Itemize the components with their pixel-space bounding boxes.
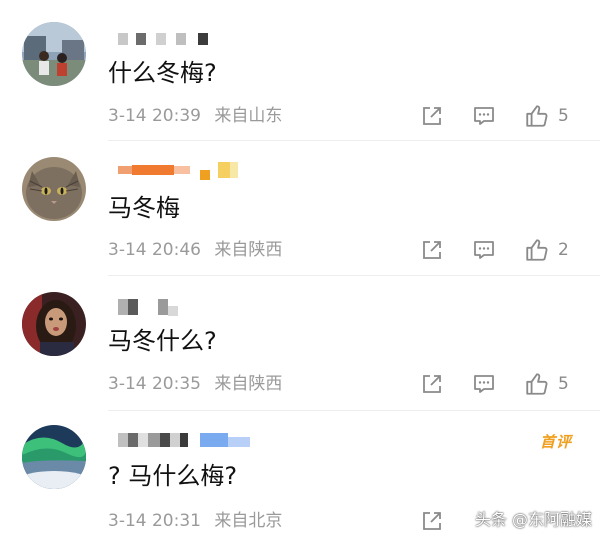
like-button[interactable]: 2 [524, 235, 569, 265]
avatar[interactable] [22, 157, 86, 221]
comment-item: 马冬梅 3-14 20:46 来自陕西 2 [0, 135, 600, 276]
watermark: 头条 @东阿融媒 [474, 510, 592, 529]
comment-date: 3-14 20:35 [108, 374, 201, 394]
avatar[interactable] [22, 22, 86, 86]
reply-button[interactable] [472, 369, 496, 399]
first-comment-badge: 首评 [539, 433, 572, 451]
share-button[interactable] [420, 369, 444, 399]
comment-meta: 3-14 20:39 来自山东 [108, 105, 282, 127]
comment-date: 3-14 20:39 [108, 106, 201, 126]
comment-text: 马冬什么? [108, 327, 217, 355]
comment-meta: 3-14 20:31 来自北京 [108, 510, 282, 532]
like-button[interactable]: 5 [524, 101, 569, 131]
username-redacted[interactable] [118, 30, 208, 48]
comment-date: 3-14 20:31 [108, 511, 201, 531]
like-button[interactable]: 5 [524, 369, 569, 399]
share-button[interactable] [420, 506, 444, 536]
share-icon [423, 375, 441, 393]
comment-actions: 5 [420, 101, 600, 131]
share-icon [423, 241, 441, 259]
username-redacted[interactable] [118, 431, 250, 449]
comment-text: 马冬梅 [108, 194, 180, 222]
thumbs-up-icon [526, 105, 548, 127]
comment-location: 来自陕西 [214, 240, 283, 260]
like-count: 5 [558, 106, 569, 126]
avatar[interactable] [22, 292, 86, 356]
comment-meta: 3-14 20:35 来自陕西 [108, 373, 282, 395]
comment-date: 3-14 20:46 [108, 240, 201, 260]
thumbs-up-icon [526, 239, 548, 261]
comment-actions: 2 [420, 235, 600, 265]
comment-item: 什么冬梅? 3-14 20:39 来自山东 5 [0, 0, 600, 141]
avatar[interactable] [22, 425, 86, 489]
comment-location: 来自北京 [214, 511, 283, 531]
comment-location: 来自陕西 [214, 374, 283, 394]
comment-item: 马冬什么? 3-14 20:35 来自陕西 5 [0, 270, 600, 411]
comment-icon [474, 375, 494, 393]
comment-text: ? 马什么梅? [108, 462, 238, 490]
comment-location: 来自山东 [214, 106, 283, 126]
like-count: 5 [558, 374, 569, 394]
thumbs-up-icon [526, 373, 548, 395]
share-button[interactable] [420, 101, 444, 131]
share-icon [423, 512, 441, 530]
reply-button[interactable] [472, 235, 496, 265]
username-redacted[interactable] [118, 298, 178, 316]
comment-text: 什么冬梅? [108, 59, 217, 87]
comment-icon [474, 107, 494, 125]
comment-actions: 5 [420, 369, 600, 399]
comment-meta: 3-14 20:46 来自陕西 [108, 239, 282, 261]
share-icon [423, 107, 441, 125]
reply-button[interactable] [472, 101, 496, 131]
share-button[interactable] [420, 235, 444, 265]
like-count: 2 [558, 240, 569, 260]
comment-icon [474, 241, 494, 259]
username-redacted[interactable] [118, 161, 238, 180]
